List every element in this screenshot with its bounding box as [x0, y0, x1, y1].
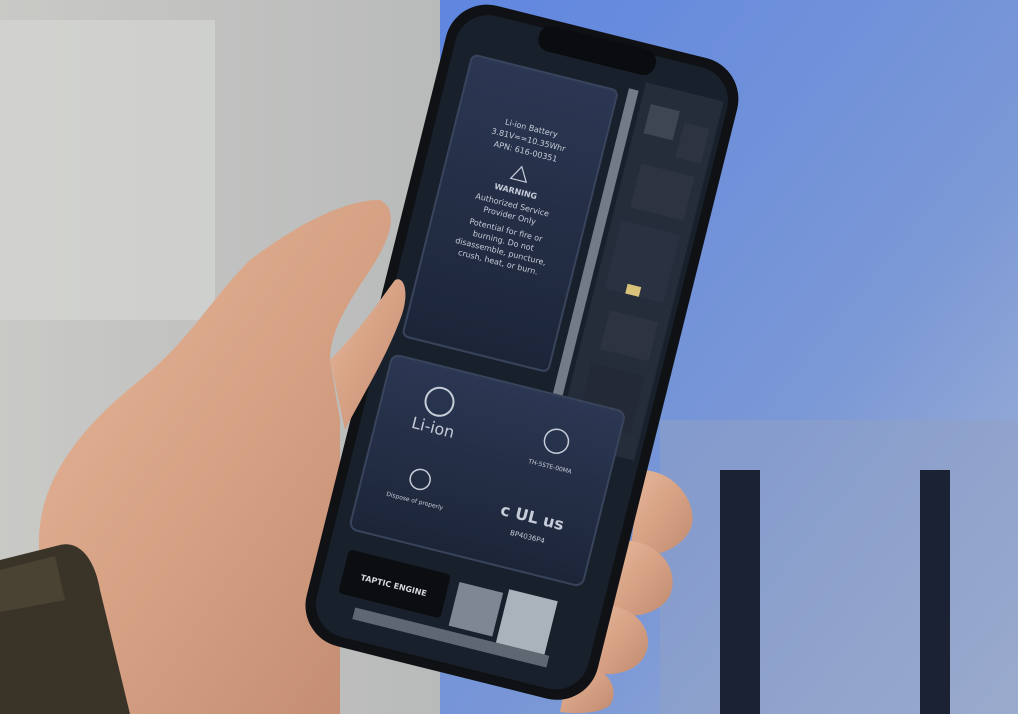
photo-svg: Li-ion Battery 3.81V==10.35Whr APN: 616-…	[0, 0, 1018, 714]
photo-scene: Li-ion Battery 3.81V==10.35Whr APN: 616-…	[0, 0, 1018, 714]
background-table	[660, 420, 1018, 714]
background-table-leg-left	[720, 470, 760, 714]
background-whiteboard	[0, 20, 215, 320]
background-table-leg-right	[920, 470, 950, 714]
